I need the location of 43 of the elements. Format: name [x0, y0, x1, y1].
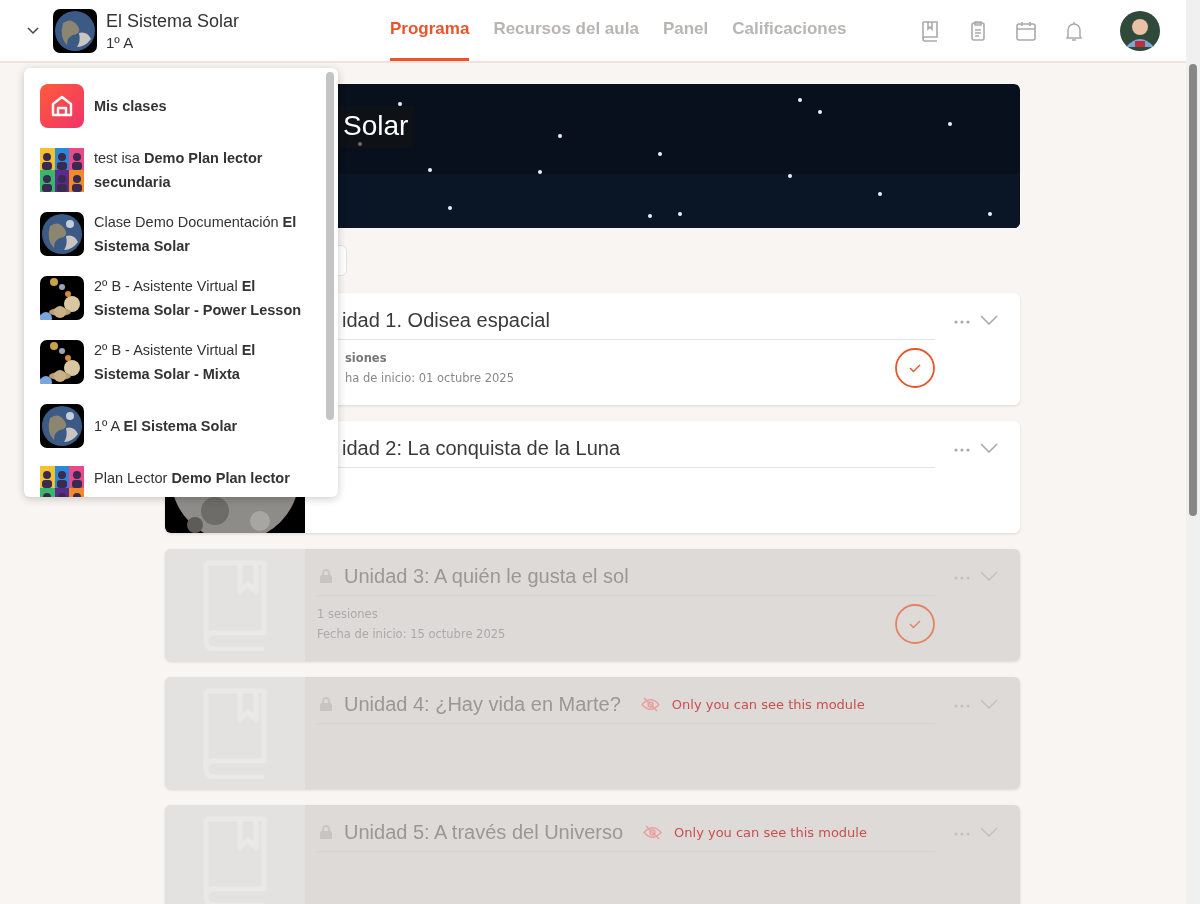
class-menu-item[interactable]: Mis clases — [24, 74, 338, 138]
visibility-note: Only you can see this module — [674, 824, 867, 840]
eye-off-icon — [640, 696, 660, 712]
more-icon[interactable] — [954, 320, 970, 324]
class-name: Mis clases — [94, 97, 167, 116]
scrollbar[interactable] — [326, 72, 334, 420]
unit-title[interactable]: idad 1. Odisea espacial — [342, 308, 550, 332]
class-menu-item[interactable]: Plan Lector Demo Plan lector — [24, 458, 338, 497]
nav-tab[interactable]: Calificaciones — [732, 0, 847, 61]
home-icon — [40, 84, 84, 128]
page-scrollbar[interactable] — [1186, 0, 1200, 904]
class-menu-item[interactable]: test isa Demo Plan lector secundaria — [24, 138, 338, 202]
more-icon[interactable] — [954, 448, 970, 452]
unit-title[interactable]: Unidad 3: A quién le gusta el sol — [344, 564, 629, 588]
unit-title[interactable]: Unidad 4: ¿Hay vida en Marte? — [344, 692, 621, 716]
unit-title[interactable]: Unidad 5: A través del Universo — [344, 820, 624, 844]
avatar[interactable] — [1120, 10, 1160, 51]
check-circle-icon[interactable] — [895, 604, 935, 644]
class-menu-item[interactable]: 1º A El Sistema Solar — [24, 394, 338, 458]
class-name: 2º B - Asistente Virtual El Sistema Solar - Mixta — [94, 341, 257, 384]
class-menu-item[interactable]: 2º B - Asistente Virtual El Sistema Solar - Mixta — [24, 330, 338, 394]
eye-off-icon — [643, 824, 663, 840]
check-circle-icon[interactable] — [895, 348, 935, 388]
class-name: 1º A El Sistema Solar — [94, 417, 238, 436]
class-name: Plan Lector Demo Plan lector — [94, 469, 290, 488]
chevron-down-icon[interactable] — [27, 26, 39, 35]
course-title: Solar — [337, 106, 415, 148]
sessions-count: siones — [345, 351, 388, 365]
start-date: ha de inicio: 01 octubre 2025 — [345, 371, 515, 385]
class-name: Clase Demo Documentación El Sistema Solar — [94, 213, 298, 256]
nav-tab[interactable]: Panel — [662, 0, 709, 61]
locked-unit-card[interactable]: Unidad 4: ¿Hay vida en Marte? Only you can see this module — [165, 677, 1020, 789]
nav-tab[interactable]: Recursos del aula — [493, 0, 639, 61]
nav-tab[interactable]: Programa — [390, 0, 470, 61]
class-title: El Sistema Solar — [106, 10, 240, 32]
class-name: 2º B - Asistente Virtual El Sistema Solar - Power Lesson — [94, 277, 303, 320]
class-group: 1º A — [106, 33, 240, 51]
locked-unit-card[interactable]: Unidad 5: A través del Universo Only you can see this module — [165, 805, 1020, 904]
class-menu-item[interactable]: Clase Demo Documentación El Sistema Solar — [24, 202, 338, 266]
class-menu-item[interactable]: 2º B - Asistente Virtual El Sistema Solar - Power Lesson — [24, 266, 338, 330]
unit-title[interactable]: idad 2: La conquista de la Luna — [342, 436, 620, 460]
class-name: test isa Demo Plan lector secundaria — [94, 149, 264, 192]
visibility-note: Only you can see this module — [671, 696, 865, 712]
